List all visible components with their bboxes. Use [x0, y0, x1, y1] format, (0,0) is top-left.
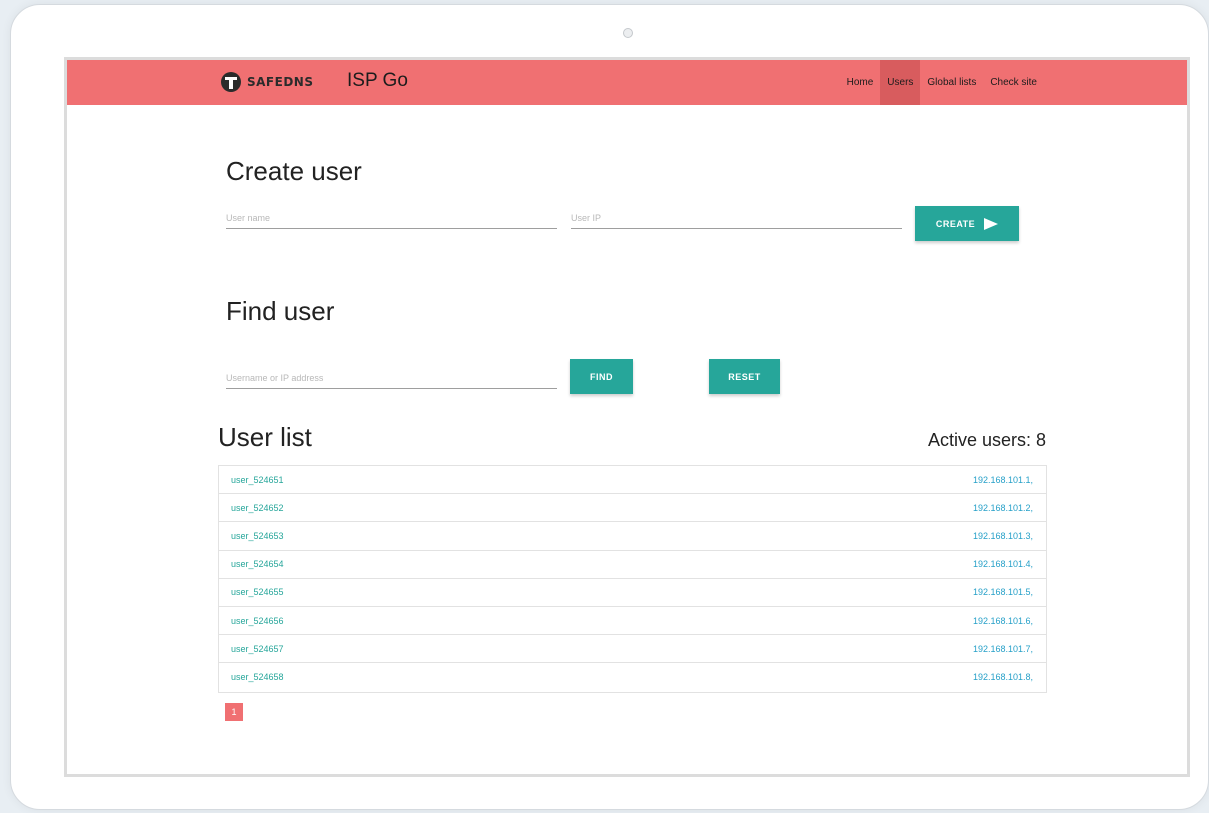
find-user-heading: Find user [226, 296, 335, 326]
nav-check-site[interactable]: Check site [983, 60, 1044, 105]
app-screen: SAFEDNS ISP Go Home Users Global lists C… [64, 57, 1190, 777]
pagination-page-1[interactable]: 1 [225, 703, 243, 721]
table-row: user_524656 192.168.101.6, [219, 607, 1046, 636]
create-button[interactable]: CREATE [915, 206, 1019, 241]
nav-links: Home Users Global lists Check site [840, 60, 1044, 105]
username-link[interactable]: user_524655 [231, 587, 284, 597]
table-row: user_524658 192.168.101.8, [219, 663, 1046, 691]
username-link[interactable]: user_524651 [231, 475, 284, 485]
safedns-logo[interactable]: SAFEDNS [221, 72, 313, 92]
user-ip-link[interactable]: 192.168.101.3, [973, 531, 1033, 541]
user-list-heading: User list [218, 422, 312, 452]
send-icon [984, 217, 999, 230]
user-ip-link[interactable]: 192.168.101.8, [973, 672, 1033, 682]
table-row: user_524651 192.168.101.1, [219, 466, 1046, 495]
table-row: user_524655 192.168.101.5, [219, 579, 1046, 607]
username-input[interactable] [226, 207, 557, 229]
logo-text: SAFEDNS [247, 75, 314, 89]
logo-icon [221, 72, 241, 92]
app-title: ISP Go [347, 70, 408, 91]
user-ip-link[interactable]: 192.168.101.4, [973, 559, 1033, 569]
active-users-count: Active users: 8 [927, 430, 1046, 450]
user-ip-link[interactable]: 192.168.101.2, [973, 503, 1033, 513]
user-ip-link[interactable]: 192.168.101.1, [973, 475, 1033, 485]
user-table: user_524651 192.168.101.1, user_524652 1… [218, 465, 1047, 693]
table-row: user_524653 192.168.101.3, [219, 522, 1046, 551]
username-link[interactable]: user_524656 [231, 616, 284, 626]
username-link[interactable]: user_524658 [231, 672, 284, 682]
find-button[interactable]: FIND [570, 359, 633, 394]
user-ip-link[interactable]: 192.168.101.5, [973, 587, 1033, 597]
nav-users[interactable]: Users [880, 60, 921, 105]
search-input[interactable] [226, 367, 557, 389]
user-ip-link[interactable]: 192.168.101.6, [973, 616, 1033, 626]
reset-button[interactable]: RESET [709, 359, 780, 394]
user-ip-link[interactable]: 192.168.101.7, [973, 644, 1033, 654]
username-link[interactable]: user_524653 [231, 531, 284, 541]
navbar: SAFEDNS ISP Go Home Users Global lists C… [67, 60, 1187, 105]
create-button-label: CREATE [935, 218, 976, 229]
username-link[interactable]: user_524654 [231, 559, 284, 569]
nav-home[interactable]: Home [840, 60, 881, 105]
camera-dot [623, 28, 633, 38]
username-link[interactable]: user_524657 [231, 644, 284, 654]
user-ip-input[interactable] [571, 207, 902, 229]
table-row: user_524652 192.168.101.2, [219, 494, 1046, 523]
table-row: user_524657 192.168.101.7, [219, 635, 1046, 664]
tablet-frame: SAFEDNS ISP Go Home Users Global lists C… [10, 4, 1209, 810]
nav-global-lists[interactable]: Global lists [920, 60, 983, 105]
table-row: user_524654 192.168.101.4, [219, 551, 1046, 579]
create-user-heading: Create user [226, 156, 362, 186]
username-link[interactable]: user_524652 [231, 503, 284, 513]
